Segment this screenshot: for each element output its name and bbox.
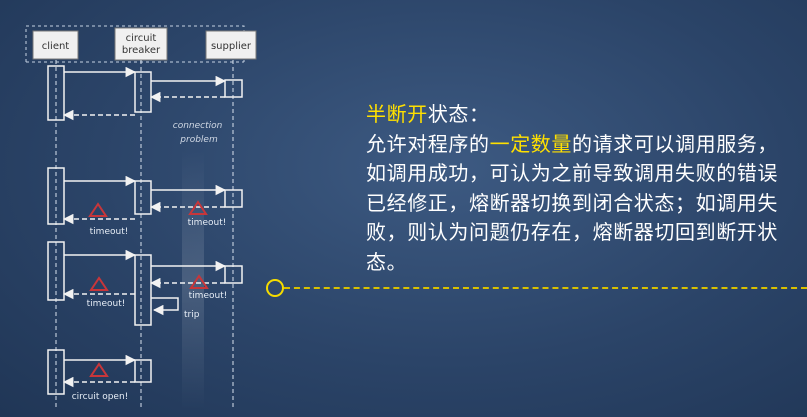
- participant-client: client: [32, 30, 79, 60]
- panel-title-rest: 状态：: [427, 102, 490, 126]
- timeout-label: timeout!: [188, 218, 227, 228]
- participant-label: circuit: [126, 33, 157, 44]
- timeout-label: timeout!: [90, 227, 129, 237]
- warning-triangle-icon: [88, 202, 108, 217]
- panel-title-highlight: 半断开: [366, 102, 428, 126]
- trip-label: trip: [184, 310, 200, 320]
- participant-label: supplier: [211, 41, 252, 52]
- explanation-panel: 半断开状态： 允许对程序的一定数量的请求可以调用服务，如调用成功，可认为之前导致…: [366, 100, 796, 277]
- connection-problem-note: connection problem: [173, 121, 225, 145]
- activation-supplier-2: [224, 189, 243, 208]
- warning-triangle-icon: [89, 362, 109, 377]
- activation-breaker-4: [134, 359, 152, 383]
- participant-circuit-breaker: circuit breaker: [114, 27, 168, 61]
- panel-body: 允许对程序的一定数量的请求可以调用服务，如调用成功，可认为之前导致调用失败的错误…: [366, 130, 796, 278]
- svg-text:circuitbreaker: circuit breaker: [122, 33, 161, 56]
- sequence-diagram: client circuit breaker supplier connectio…: [25, 25, 257, 410]
- participant-label: breaker: [122, 45, 161, 56]
- panel-body-post: 的请求可以调用: [572, 131, 717, 156]
- timeline-marker: [266, 279, 807, 297]
- timeout-label: timeout!: [87, 299, 126, 309]
- timeout-label: timeout!: [189, 291, 228, 301]
- participant-supplier: supplier: [205, 30, 257, 60]
- svg-text:supplier: supplier: [211, 41, 252, 52]
- warning-triangle-icon: [89, 276, 109, 291]
- activation-breaker-1: [134, 71, 152, 113]
- trip-self-arrow: [151, 297, 179, 316]
- activation-breaker-2: [134, 180, 152, 215]
- svg-text:client: client: [42, 41, 70, 52]
- panel-body-highlight: 一定数量: [489, 131, 573, 156]
- panel-body-pre: 允许对程序的: [366, 131, 490, 156]
- timeline-dashed-line: [284, 287, 807, 289]
- activation-breaker-3: [134, 254, 152, 326]
- circuit-open-label: circuit open!: [72, 392, 129, 402]
- participant-label: client: [42, 41, 70, 52]
- panel-title: 半断开状态：: [366, 100, 796, 130]
- timeline-dot: [266, 279, 284, 297]
